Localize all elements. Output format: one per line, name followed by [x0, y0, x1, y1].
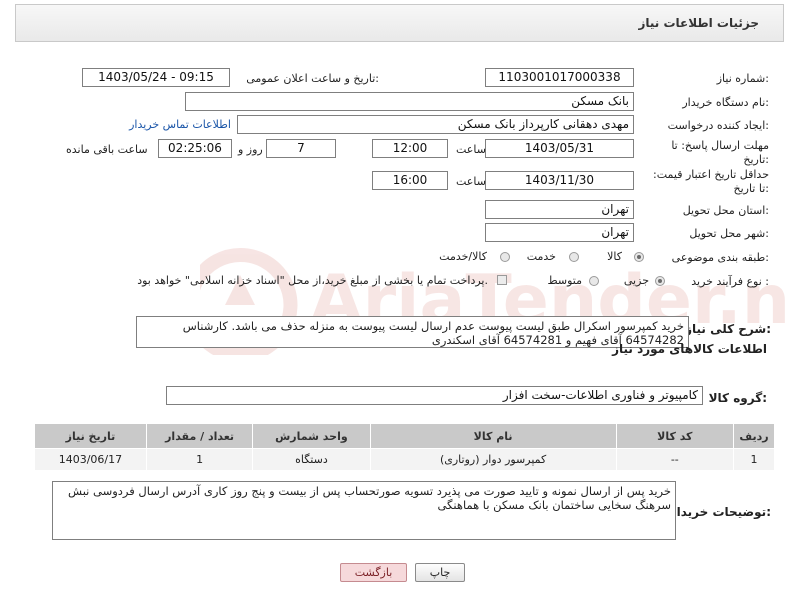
category-option-goods-service: کالا/خدمت [439, 250, 487, 263]
cell-qty: 1 [145, 448, 254, 471]
col-name-header: نام کالا [369, 423, 617, 449]
items-table: ردیف کد کالا نام کالا واحد شمارش تعداد /… [34, 423, 776, 471]
cell-row: 1 [732, 448, 776, 471]
announce-label: تاریخ و ساعت اعلان عمومی: [246, 72, 379, 85]
payment-checkbox[interactable] [497, 275, 507, 285]
table-header-row: ردیف کد کالا نام کالا واحد شمارش تعداد /… [34, 423, 776, 449]
col-unit-header: واحد شمارش [252, 423, 371, 449]
requester-label: ایجاد کننده درخواست: [667, 119, 769, 132]
remaining-time-field: 02:25:06 [158, 139, 232, 158]
reply-deadline-label: مهلت ارسال پاسخ: تا تاریخ: [671, 139, 769, 166]
process-radio-medium[interactable] [589, 276, 599, 286]
requester-field: مهدی دهقانی کارپرداز بانک مسکن [237, 115, 634, 134]
days-label: روز و [238, 143, 263, 156]
category-radio-service[interactable] [569, 252, 579, 262]
page-header: جزئیات اطلاعات نیاز [15, 4, 784, 42]
reply-date-field: 1403/05/31 [485, 139, 634, 158]
cell-unit: دستگاه [252, 448, 371, 471]
payment-text: پرداخت تمام یا بخشی از مبلغ خرید،از محل … [137, 274, 488, 287]
description-label: شرح کلی نیاز: [685, 322, 771, 336]
price-date-field: 1403/11/30 [485, 171, 634, 190]
description-textarea: خرید کمپرسور اسکرال طبق لیست پیوست عدم ا… [136, 316, 689, 348]
cell-code: -- [615, 448, 734, 471]
cell-name: کمپرسور دوار (روتاری) [369, 448, 617, 471]
announce-datetime-field: 1403/05/24 - 09:15 [82, 68, 230, 87]
buyer-org-field: بانک مسکن [185, 92, 634, 111]
category-radio-goods[interactable] [634, 252, 644, 262]
city-label: شهر محل تحویل: [689, 227, 769, 240]
goods-group-label: گروه کالا: [708, 391, 767, 405]
reply-time-label: ساعت [456, 143, 486, 156]
goods-group-field: کامپیوتر و فناوری اطلاعات-سخت افزار [166, 386, 703, 405]
need-number-label: شماره نیاز: [716, 72, 769, 85]
col-row-header: ردیف [732, 423, 776, 449]
print-button[interactable]: چاپ [415, 563, 465, 582]
buyer-contact-link[interactable]: اطلاعات تماس خریدار [129, 118, 231, 131]
price-time-field: 16:00 [372, 171, 448, 190]
cell-date: 1403/06/17 [34, 448, 147, 471]
price-validity-label: حداقل تاریخ اعتبار قیمت: تا تاریخ: [653, 168, 769, 195]
buyer-notes-textarea: خرید پس از ارسال نمونه و تایید صورت می پ… [52, 481, 676, 540]
reply-time-field: 12:00 [372, 139, 448, 158]
category-option-service: خدمت [526, 250, 556, 263]
back-button[interactable]: بازگشت [340, 563, 407, 582]
col-date-header: تاریخ نیاز [34, 423, 147, 449]
process-label: نوع فرآیند خرید : [691, 275, 769, 288]
process-option-minor: جزیی [623, 274, 649, 287]
col-code-header: کد کالا [615, 423, 734, 449]
days-field: 7 [266, 139, 336, 158]
category-label: طبقه بندی موضوعی: [671, 251, 769, 264]
province-field: تهران [485, 200, 634, 219]
need-number-field: 1103001017000338 [485, 68, 634, 87]
process-radio-minor[interactable] [655, 276, 665, 286]
buyer-org-label: نام دستگاه خریدار: [682, 96, 769, 109]
col-qty-header: تعداد / مقدار [145, 423, 254, 449]
province-label: استان محل تحویل: [682, 204, 769, 217]
goods-info-title: اطلاعات کالاهای مورد نیاز [612, 342, 767, 356]
category-radio-goods-service[interactable] [500, 252, 510, 262]
remaining-label: ساعت باقی مانده [66, 143, 148, 156]
process-option-medium: متوسط [547, 274, 582, 287]
table-row: 1 -- کمپرسور دوار (روتاری) دستگاه 1 1403… [34, 448, 776, 471]
price-time-label: ساعت [456, 175, 486, 188]
page-title: جزئیات اطلاعات نیاز [638, 16, 759, 30]
city-field: تهران [485, 223, 634, 242]
category-option-goods: کالا [607, 250, 622, 263]
buyer-notes-label: توضیحات خریدار: [669, 505, 771, 519]
